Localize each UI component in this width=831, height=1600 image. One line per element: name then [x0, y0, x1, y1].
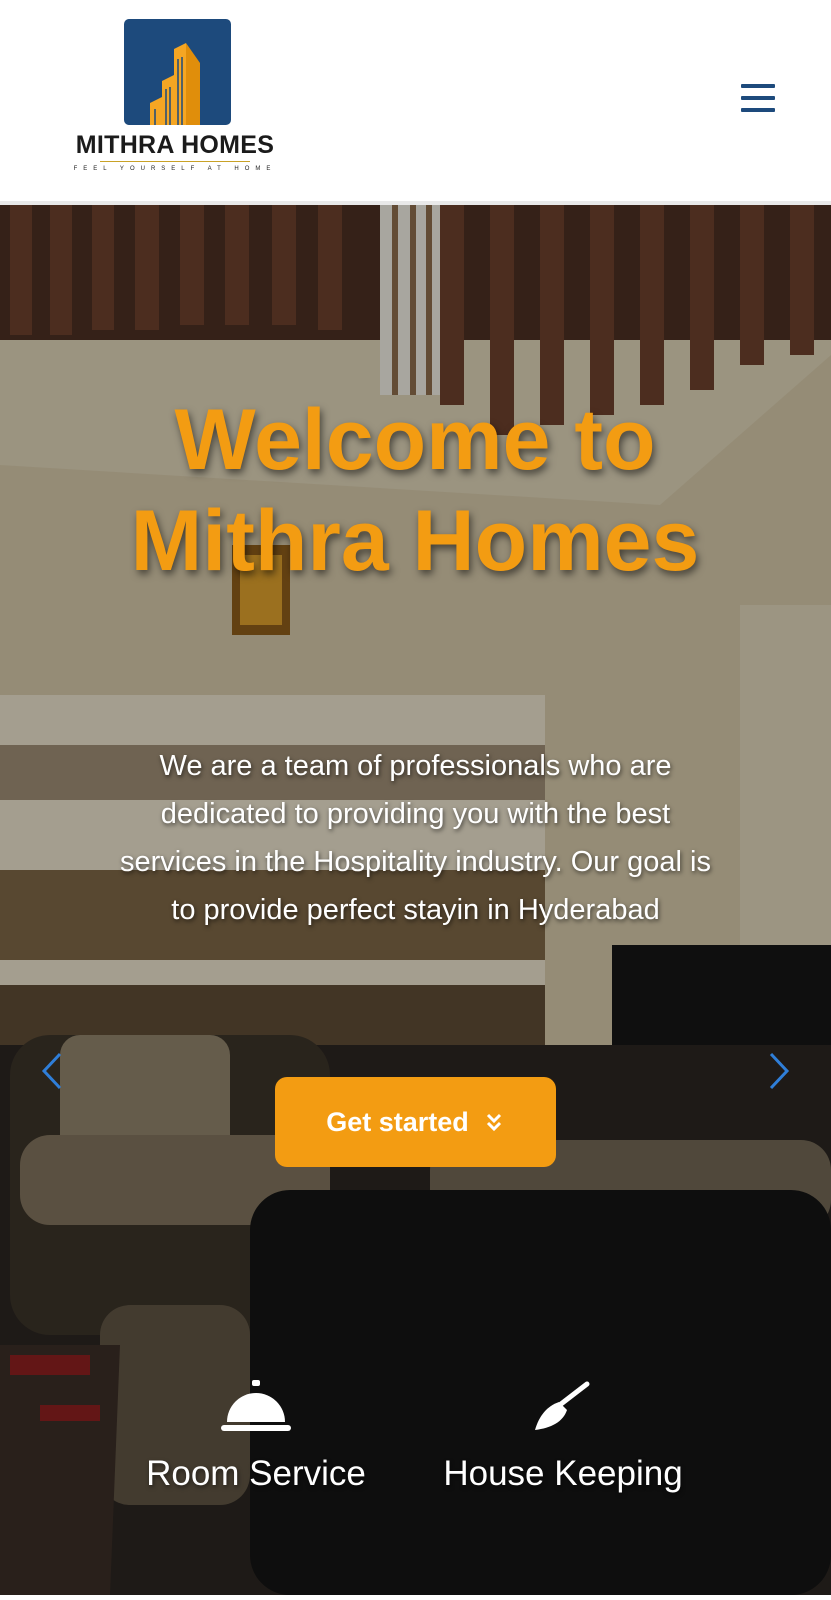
get-started-label: Get started [326, 1106, 469, 1137]
carousel-next-button[interactable] [763, 1050, 793, 1092]
hamburger-menu-icon[interactable] [738, 80, 778, 116]
service-room-service[interactable]: Room Service [126, 1380, 386, 1494]
broom-icon [535, 1381, 590, 1430]
logo-mark [124, 19, 231, 125]
service-house-keeping[interactable]: House Keeping [433, 1380, 693, 1494]
brand-name: MITHRA HOMES [75, 131, 275, 159]
room-service-bell-icon [221, 1380, 291, 1431]
logo-building-icon [150, 43, 200, 125]
get-started-button[interactable]: Get started [275, 1077, 556, 1167]
double-chevron-down-icon [486, 1113, 501, 1132]
brand-tagline: FEEL YOURSELF AT HOME [73, 166, 277, 172]
logo-divider [100, 161, 250, 162]
site-header: MITHRA HOMES FEEL YOURSELF AT HOME [0, 0, 831, 205]
logo[interactable]: MITHRA HOMES FEEL YOURSELF AT HOME [60, 18, 290, 178]
hero-title: Welcome to Mithra Homes [130, 392, 700, 589]
chevron-right-icon [769, 1052, 790, 1090]
carousel-prev-button[interactable] [38, 1050, 68, 1092]
chevron-left-icon [41, 1052, 62, 1090]
service-label: Room Service [146, 1454, 366, 1493]
hero-section: Welcome to Mithra Homes We are a team of… [0, 205, 831, 1595]
service-label: House Keeping [443, 1454, 683, 1493]
hero-description: We are a team of professionals who are d… [120, 750, 711, 926]
